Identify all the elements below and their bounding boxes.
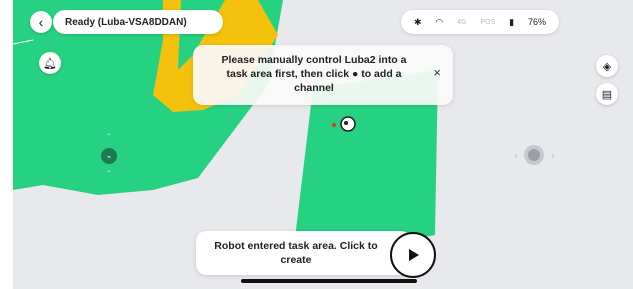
back-button[interactable]: ‹ — [30, 11, 52, 33]
layers-button[interactable]: ▤ — [596, 83, 618, 105]
chevron-left-small-icon: ‹ — [515, 150, 518, 160]
layers-icon: ▤ — [601, 88, 613, 101]
signal-icon: 4G — [457, 18, 467, 26]
battery-icon: ▮ — [509, 16, 515, 27]
chevron-left-icon: ‹ — [38, 14, 44, 30]
robot-status-pill: Ready (Luba-VSA8DDAN) — [53, 10, 223, 34]
robot-marker-icon — [332, 123, 336, 127]
task-area-message: Robot entered task area. Click to create — [214, 240, 378, 266]
battery-level: 76% — [527, 17, 546, 27]
robot-eye-icon — [344, 121, 348, 125]
instruction-toast: Please manually control Luba2 into a tas… — [193, 45, 453, 105]
robot-icon[interactable] — [340, 116, 356, 132]
locate-icon: ◈ — [602, 60, 612, 73]
play-icon — [409, 249, 419, 261]
instruction-message: Please manually control Luba2 into a tas… — [221, 54, 407, 94]
robot-status-text: Ready (Luba-VSA8DDAN) — [65, 16, 187, 28]
plus-dot-icon: ● — [351, 68, 359, 80]
chevron-up-icon: ˆ — [108, 133, 111, 142]
play-button[interactable] — [390, 232, 436, 278]
close-icon[interactable]: × — [433, 65, 441, 80]
home-indicator[interactable] — [241, 279, 417, 283]
chevron-right-small-icon: › — [552, 150, 555, 160]
chevron-down-icon: ˇ — [108, 170, 111, 179]
secondary-station-core-icon — [528, 149, 540, 161]
device-status-pill: ✱ ◠ 4G POS ▮ 76% — [401, 10, 559, 34]
bluetooth-icon: ✱ — [413, 16, 422, 27]
task-area-toast: Robot entered task area. Click to create — [196, 231, 411, 275]
bell-icon: 🔔︎ — [43, 57, 57, 70]
gps-icon: POS — [480, 18, 496, 26]
wifi-icon: ◠ — [435, 16, 444, 27]
locate-button[interactable]: ◈ — [596, 55, 618, 77]
notification-button[interactable]: 🔔︎ — [39, 52, 61, 74]
charging-station-glyph: ⌁ — [107, 154, 111, 161]
map-screen: ⌁ ˆ ˇ ‹ › ‹ Ready (Luba-VSA8DDAN) ✱ ◠ 4G… — [13, 0, 633, 289]
